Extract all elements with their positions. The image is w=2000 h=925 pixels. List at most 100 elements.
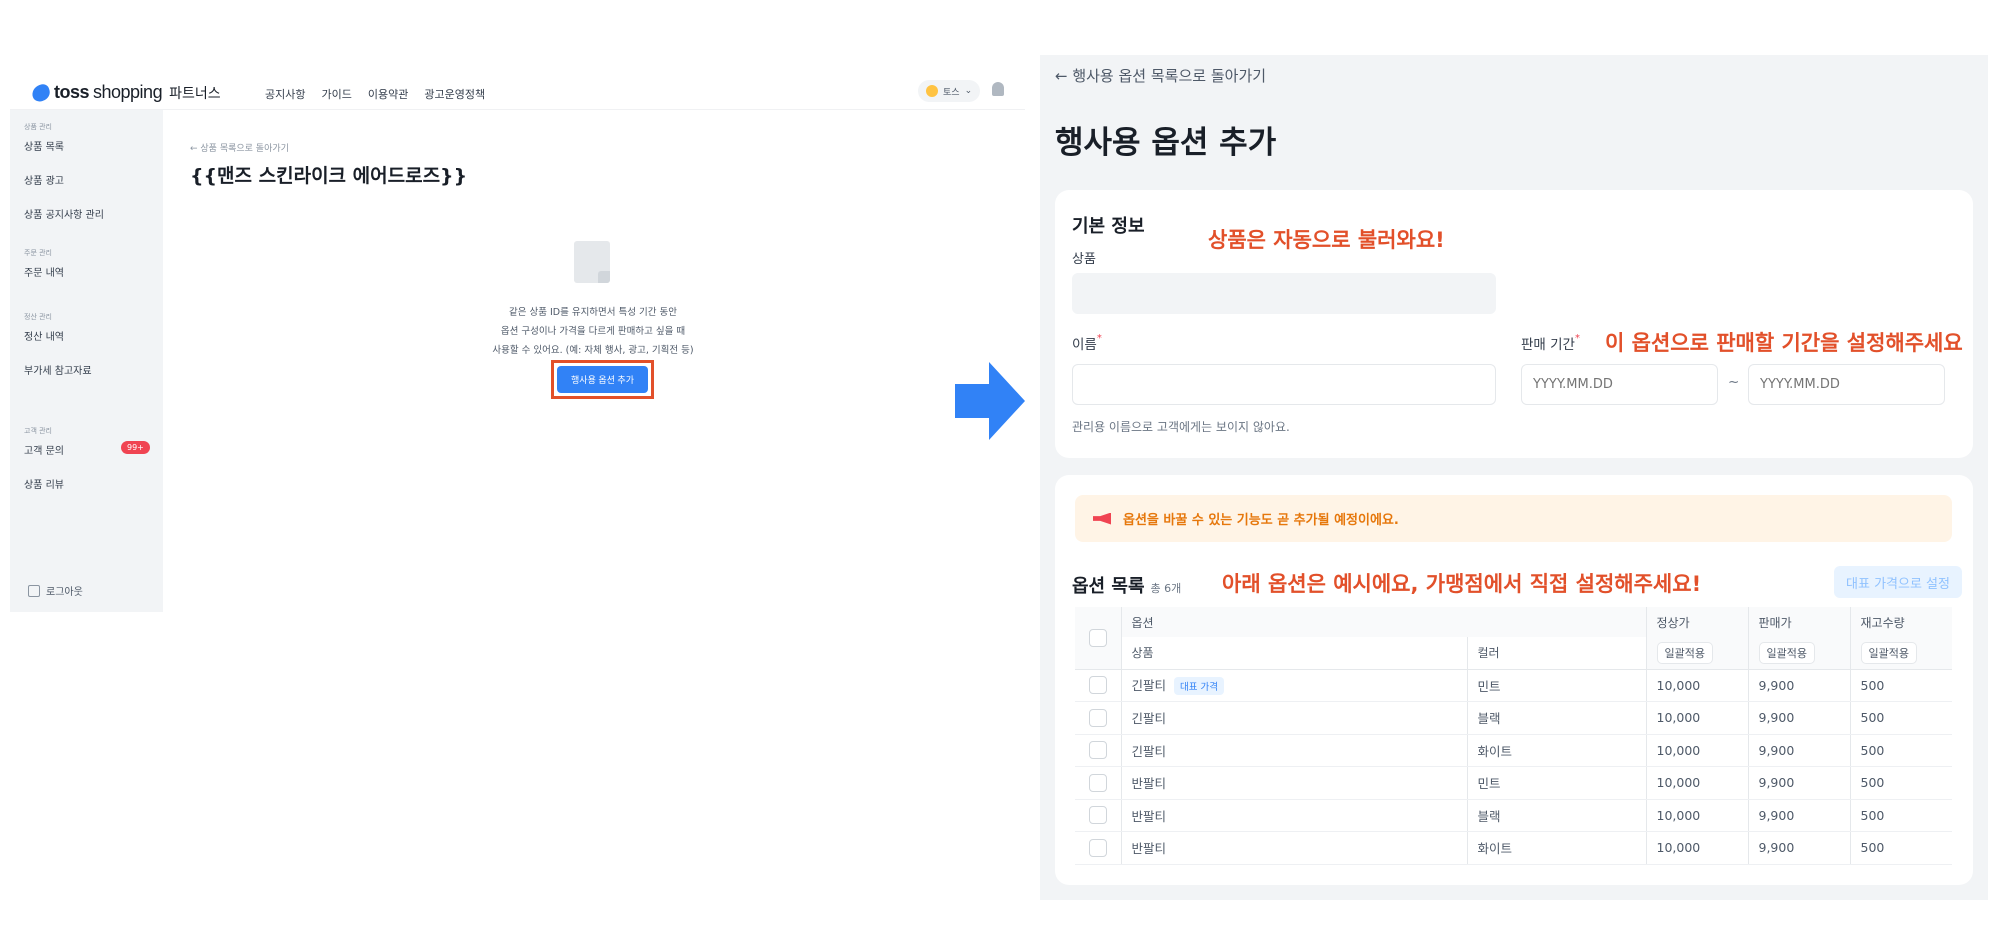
product-cell: 반팔티 — [1120, 799, 1467, 832]
bulk-sale-cell: 일괄적용 — [1747, 637, 1850, 670]
sidebar-group-title: 정산 관리 — [24, 313, 52, 321]
inquiry-count-badge: 99+ — [121, 441, 150, 454]
regular-price-cell[interactable]: 10,000 — [1645, 766, 1748, 800]
sale-price-cell[interactable]: 9,900 — [1747, 831, 1850, 865]
regular-price-cell[interactable]: 10,000 — [1645, 831, 1748, 865]
name-help-text: 관리용 이름으로 고객에게는 보이지 않아요. — [1072, 420, 1290, 434]
logout-button[interactable]: 로그아웃 — [28, 583, 83, 598]
stock-cell[interactable]: 500 — [1849, 701, 1952, 735]
sidebar-item-inquiries[interactable]: 고객 문의 — [24, 442, 64, 457]
stock-cell[interactable]: 500 — [1849, 734, 1952, 767]
sale-price-cell[interactable]: 9,900 — [1747, 799, 1850, 832]
select-all-cell — [1075, 607, 1121, 670]
header-color: 컬러 — [1466, 637, 1646, 670]
product-cell: 긴팔티 대표 가격 — [1120, 669, 1467, 702]
stock-cell[interactable]: 500 — [1849, 669, 1952, 702]
product-field — [1072, 273, 1496, 314]
row-checkbox[interactable] — [1088, 676, 1107, 695]
nav-notice[interactable]: 공지사항 — [265, 86, 305, 102]
header-option: 옵션 — [1120, 607, 1646, 637]
row-checkbox[interactable] — [1088, 741, 1107, 760]
sidebar-item-product-ads[interactable]: 상품 광고 — [24, 172, 64, 187]
select-all-checkbox[interactable] — [1088, 628, 1107, 647]
bulk-apply-regular-button[interactable]: 일괄적용 — [1656, 641, 1713, 664]
nav-terms[interactable]: 이용약관 — [368, 86, 408, 102]
row-checkbox[interactable] — [1088, 773, 1107, 792]
option-list-card: 옵션을 바꿀 수 있는 기능도 곧 추가될 예정이에요. 옵션 목록 총 6개 아… — [1055, 475, 1973, 885]
empty-line: 옵션 구성이나 가격을 다르게 판매하고 싶을 때 — [500, 326, 686, 337]
toss-logo-icon — [29, 81, 53, 104]
row-select-cell — [1075, 799, 1121, 832]
header-stock: 재고수량 — [1849, 607, 1952, 637]
sidebar-item-reviews[interactable]: 상품 리뷰 — [24, 476, 64, 491]
right-screen: ← 행사용 옵션 목록으로 돌아가기 행사용 옵션 추가 기본 정보 상품 이름… — [1040, 55, 1988, 900]
back-to-products-link[interactable]: ← 상품 목록으로 돌아가기 — [190, 141, 289, 154]
row-checkbox[interactable] — [1088, 838, 1107, 857]
color-cell: 화이트 — [1466, 831, 1646, 865]
bell-icon[interactable] — [992, 82, 1004, 96]
notice-banner: 옵션을 바꿀 수 있는 기능도 곧 추가될 예정이에요. — [1075, 495, 1952, 542]
sale-price-cell[interactable]: 9,900 — [1747, 734, 1850, 767]
annotation-auto: 상품은 자동으로 불러와요! — [1208, 228, 1445, 252]
sidebar-item-product-list[interactable]: 상품 목록 — [24, 138, 64, 153]
logout-label: 로그아웃 — [46, 587, 83, 598]
header-sale-price: 판매가 — [1747, 607, 1850, 637]
basic-info-card: 기본 정보 상품 이름* 관리용 이름으로 고객에게는 보이지 않아요. 판매 … — [1055, 190, 1973, 458]
logo[interactable]: toss shopping 파트너스 — [29, 81, 221, 104]
top-bar: toss shopping 파트너스 공지사항 가이드 이용약관 광고운영정책 … — [10, 72, 1025, 110]
color-cell: 민트 — [1466, 669, 1646, 702]
regular-price-cell[interactable]: 10,000 — [1645, 799, 1748, 832]
name-input[interactable] — [1072, 364, 1496, 405]
product-cell: 반팔티 — [1120, 766, 1467, 800]
sidebar-group-title: 주문 관리 — [24, 249, 52, 257]
main-content: ← 상품 목록으로 돌아가기 {{맨즈 스킨라이크 에어드로즈}} 같은 상품 … — [163, 110, 1025, 612]
bulk-regular-cell: 일괄적용 — [1645, 637, 1748, 670]
product-name: 긴팔티 — [1131, 678, 1167, 694]
sidebar-item-vat[interactable]: 부가세 참고자료 — [24, 362, 92, 377]
section-title: 기본 정보 — [1072, 216, 1145, 237]
regular-price-cell[interactable]: 10,000 — [1645, 701, 1748, 735]
table-row: 긴팔티 화이트 10,000 9,900 500 — [1075, 734, 1952, 767]
stock-cell[interactable]: 500 — [1849, 831, 1952, 865]
start-date-input[interactable] — [1521, 364, 1718, 405]
name-label: 이름* — [1072, 333, 1102, 353]
nav-ad-policy[interactable]: 광고운영정책 — [424, 86, 485, 102]
period-label-text: 판매 기간 — [1521, 337, 1575, 353]
empty-line: 같은 상품 ID를 유지하면서 특성 기간 동안 — [508, 307, 678, 318]
table-row: 긴팔티 블랙 10,000 9,900 500 — [1075, 701, 1952, 735]
sale-price-cell[interactable]: 9,900 — [1747, 669, 1850, 702]
nav-guide[interactable]: 가이드 — [321, 86, 351, 102]
row-checkbox[interactable] — [1088, 806, 1107, 825]
regular-price-cell[interactable]: 10,000 — [1645, 669, 1748, 702]
row-select-cell — [1075, 669, 1121, 702]
table-row: 반팔티 화이트 10,000 9,900 500 — [1075, 831, 1952, 865]
table-row: 긴팔티 대표 가격 민트 10,000 9,900 500 — [1075, 669, 1952, 702]
end-date-input[interactable] — [1748, 364, 1945, 405]
stock-cell[interactable]: 500 — [1849, 799, 1952, 832]
back-to-event-options-link[interactable]: ← 행사용 옵션 목록으로 돌아가기 — [1055, 65, 1266, 86]
option-list-title: 옵션 목록 총 6개 — [1072, 572, 1181, 598]
set-rep-price-button[interactable]: 대표 가격으로 설정 — [1834, 566, 1962, 598]
color-cell: 블랙 — [1466, 799, 1646, 832]
header-product: 상품 — [1120, 637, 1467, 670]
sale-price-cell[interactable]: 9,900 — [1747, 701, 1850, 735]
document-icon — [574, 241, 610, 283]
color-cell: 화이트 — [1466, 734, 1646, 767]
sidebar-item-settlement[interactable]: 정산 내역 — [24, 328, 64, 343]
sale-price-cell[interactable]: 9,900 — [1747, 766, 1850, 800]
option-table: 옵션 정상가 판매가 재고수량 상품 컬러 일괄적용 일괄적용 일괄적용 긴팔티… — [1075, 607, 1952, 865]
sidebar-item-product-notice[interactable]: 상품 공지사항 관리 — [24, 206, 104, 221]
sidebar-group-title: 고객 관리 — [24, 427, 52, 435]
user-menu[interactable]: 토스 ⌄ — [918, 80, 981, 102]
bulk-apply-sale-button[interactable]: 일괄적용 — [1758, 641, 1815, 664]
add-event-option-button[interactable]: 행사용 옵션 추가 — [557, 366, 648, 393]
stock-cell[interactable]: 500 — [1849, 766, 1952, 800]
sidebar-item-orders[interactable]: 주문 내역 — [24, 264, 64, 279]
option-count: 총 6개 — [1150, 582, 1182, 595]
logo-brand: toss — [54, 82, 90, 102]
avatar-icon — [926, 85, 938, 97]
row-checkbox[interactable] — [1088, 708, 1107, 727]
empty-state-text: 같은 상품 ID를 유지하면서 특성 기간 동안 옵션 구성이나 가격을 다르게… — [423, 303, 763, 360]
regular-price-cell[interactable]: 10,000 — [1645, 734, 1748, 767]
bulk-apply-stock-button[interactable]: 일괄적용 — [1860, 641, 1917, 664]
